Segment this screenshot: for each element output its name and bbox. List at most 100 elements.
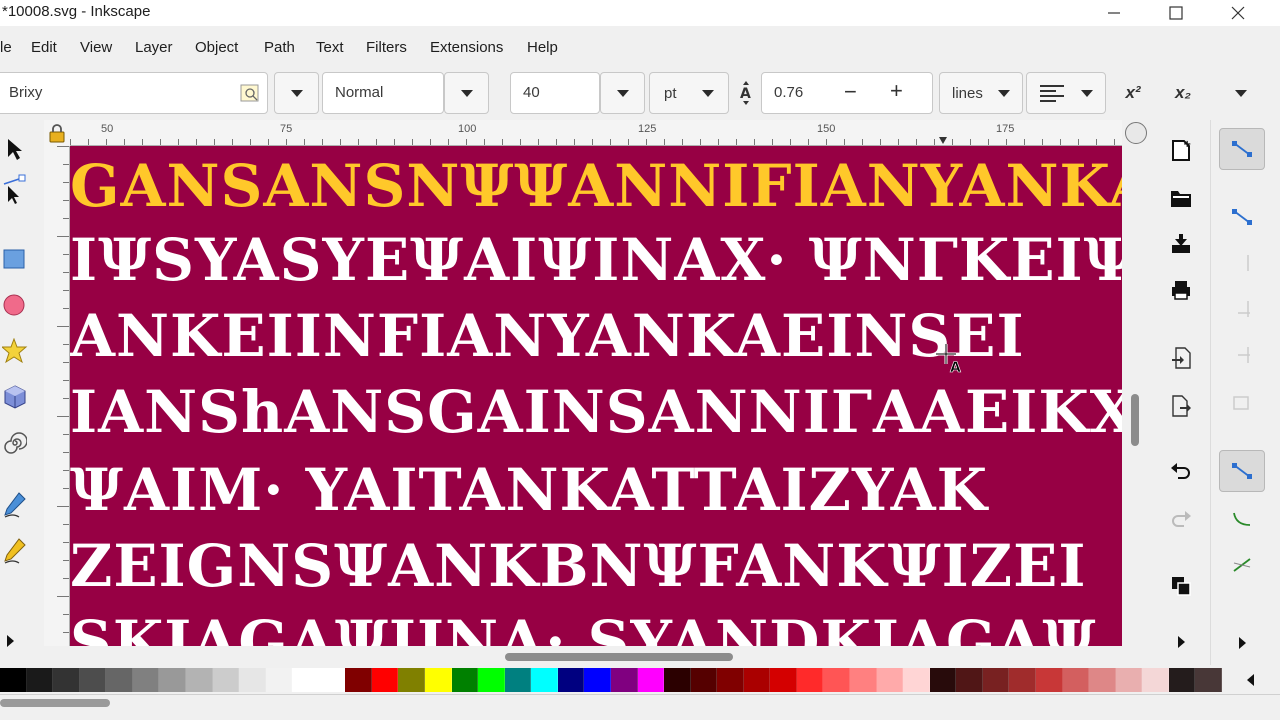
- color-swatch[interactable]: [982, 668, 1010, 692]
- color-swatch[interactable]: [743, 668, 771, 692]
- menu-help[interactable]: Help: [527, 39, 558, 56]
- color-swatch[interactable]: [770, 668, 797, 692]
- color-swatch[interactable]: [318, 668, 346, 692]
- horizontal-scrollbar[interactable]: [70, 646, 1122, 668]
- maximize-button[interactable]: [1146, 0, 1206, 26]
- text-line-2[interactable]: IΨSYASYEΨAIΨINAX· ΨNΓKEIΨ: [70, 226, 1122, 294]
- decrease-spacing-button[interactable]: −: [844, 79, 857, 105]
- color-swatch[interactable]: [265, 668, 293, 692]
- snap-bbox-centers-button[interactable]: [1219, 382, 1265, 424]
- color-swatch[interactable]: [664, 668, 691, 692]
- alignment-dropdown[interactable]: [1026, 72, 1106, 114]
- color-swatch[interactable]: [53, 668, 80, 692]
- color-swatch[interactable]: [956, 668, 983, 692]
- minimize-button[interactable]: [1084, 0, 1144, 26]
- increase-spacing-button[interactable]: +: [890, 78, 903, 104]
- horizontal-ruler[interactable]: 50 75 100 125 150 175: [70, 120, 1122, 146]
- color-swatch[interactable]: [796, 668, 824, 692]
- color-swatch[interactable]: [0, 668, 27, 692]
- color-swatch[interactable]: [504, 668, 532, 692]
- new-document-button[interactable]: +: [1165, 134, 1197, 166]
- undo-button[interactable]: [1165, 456, 1197, 488]
- color-swatch[interactable]: [185, 668, 213, 692]
- menu-layer[interactable]: Layer: [135, 39, 173, 56]
- vertical-ruler[interactable]: [44, 146, 70, 646]
- palette-scroll-button[interactable]: [1222, 668, 1280, 692]
- color-swatch[interactable]: [1089, 668, 1116, 692]
- open-button[interactable]: [1165, 182, 1197, 214]
- snap-bbox-edges-button[interactable]: [1219, 242, 1265, 284]
- color-swatch[interactable]: [1195, 668, 1222, 692]
- color-swatch[interactable]: [1168, 668, 1196, 692]
- color-swatch[interactable]: [929, 668, 957, 692]
- save-button[interactable]: [1165, 228, 1197, 260]
- snap-bbox-button[interactable]: [1219, 196, 1265, 238]
- color-swatch[interactable]: [1062, 668, 1090, 692]
- color-swatch[interactable]: [478, 668, 505, 692]
- 3d-box-tool[interactable]: [0, 380, 30, 414]
- color-swatch[interactable]: [451, 668, 479, 692]
- color-swatch[interactable]: [903, 668, 930, 692]
- menu-edit[interactable]: Edit: [31, 39, 57, 56]
- color-swatch[interactable]: [132, 668, 160, 692]
- color-swatch[interactable]: [398, 668, 425, 692]
- menu-extensions[interactable]: Extensions: [430, 39, 503, 56]
- color-swatch[interactable]: [345, 668, 372, 692]
- spiral-tool[interactable]: [0, 426, 30, 460]
- snap-toggle-button[interactable]: [1219, 128, 1265, 170]
- color-swatch[interactable]: [106, 668, 133, 692]
- spacing-mode-dropdown[interactable]: lines: [939, 72, 1023, 114]
- snap-nodes-button[interactable]: [1219, 450, 1265, 492]
- font-style-field[interactable]: Normal: [322, 72, 444, 114]
- text-line-7[interactable]: SKIAGAΨIINA· SYANDKIAGAΨ: [70, 608, 1097, 646]
- menu-view[interactable]: View: [80, 39, 112, 56]
- color-swatch[interactable]: [212, 668, 240, 692]
- color-swatch[interactable]: [637, 668, 665, 692]
- snap-bbox-midpoints-button[interactable]: [1219, 334, 1265, 376]
- color-swatch[interactable]: [690, 668, 718, 692]
- star-tool[interactable]: [0, 334, 30, 368]
- commands-overflow-arrow[interactable]: [1165, 626, 1197, 658]
- text-line-5[interactable]: ΨAIM· YAITANKATTAIZYAK: [70, 456, 988, 524]
- color-swatch[interactable]: [1115, 668, 1143, 692]
- rectangle-tool[interactable]: [0, 242, 30, 276]
- menu-filters[interactable]: Filters: [366, 39, 407, 56]
- text-line-3[interactable]: ANKEIINFIANYANKAEINSEI: [70, 302, 1025, 370]
- menu-file[interactable]: le: [0, 39, 12, 56]
- unit-dropdown[interactable]: pt: [649, 72, 729, 114]
- palette-scroll-thumb[interactable]: [0, 699, 110, 707]
- color-swatch[interactable]: [1142, 668, 1169, 692]
- import-button[interactable]: [1165, 342, 1197, 374]
- text-line-1[interactable]: GANSANSNΨΨANNIFIANYANKA: [70, 152, 1122, 220]
- color-swatch[interactable]: [557, 668, 585, 692]
- vertical-scrollbar[interactable]: [1122, 122, 1150, 646]
- drawing-canvas[interactable]: GANSANSNΨΨANNIFIANYANKA IΨSYASYEΨAIΨINAX…: [70, 146, 1122, 646]
- menu-text[interactable]: Text: [316, 39, 344, 56]
- superscript-button[interactable]: x²: [1116, 72, 1150, 114]
- zoom-correction-icon[interactable]: [1125, 122, 1147, 144]
- color-swatch[interactable]: [239, 668, 266, 692]
- toolbar-overflow-button[interactable]: [1224, 72, 1258, 114]
- selector-tool[interactable]: [0, 132, 30, 166]
- duplicate-button[interactable]: [1165, 570, 1197, 602]
- toolbox-expand-arrow[interactable]: [0, 624, 20, 658]
- color-swatch[interactable]: [876, 668, 904, 692]
- color-swatch[interactable]: [159, 668, 186, 692]
- horizontal-scroll-thumb[interactable]: [505, 653, 733, 661]
- snap-paths-button[interactable]: [1219, 498, 1265, 540]
- text-line-4[interactable]: IANShANSGAINSANNIΓAAEIKXΨ: [70, 378, 1122, 446]
- color-swatch[interactable]: [610, 668, 638, 692]
- snap-bbox-corners-button[interactable]: [1219, 288, 1265, 330]
- text-line-6[interactable]: ZEIGNSΨANKBNΨFANKΨIZEI: [70, 532, 1086, 600]
- font-preview-icon[interactable]: [239, 82, 261, 108]
- color-swatch[interactable]: [584, 668, 611, 692]
- color-swatch[interactable]: [1009, 668, 1036, 692]
- font-family-field[interactable]: Brixy: [0, 72, 268, 114]
- color-swatch[interactable]: [26, 668, 54, 692]
- line-spacing-field[interactable]: 0.76 − +: [761, 72, 933, 114]
- ellipse-tool[interactable]: [0, 288, 30, 322]
- menu-object[interactable]: Object: [195, 39, 238, 56]
- color-swatch[interactable]: [371, 668, 399, 692]
- pencil-tool[interactable]: [0, 488, 30, 522]
- ruler-corner[interactable]: [44, 120, 70, 146]
